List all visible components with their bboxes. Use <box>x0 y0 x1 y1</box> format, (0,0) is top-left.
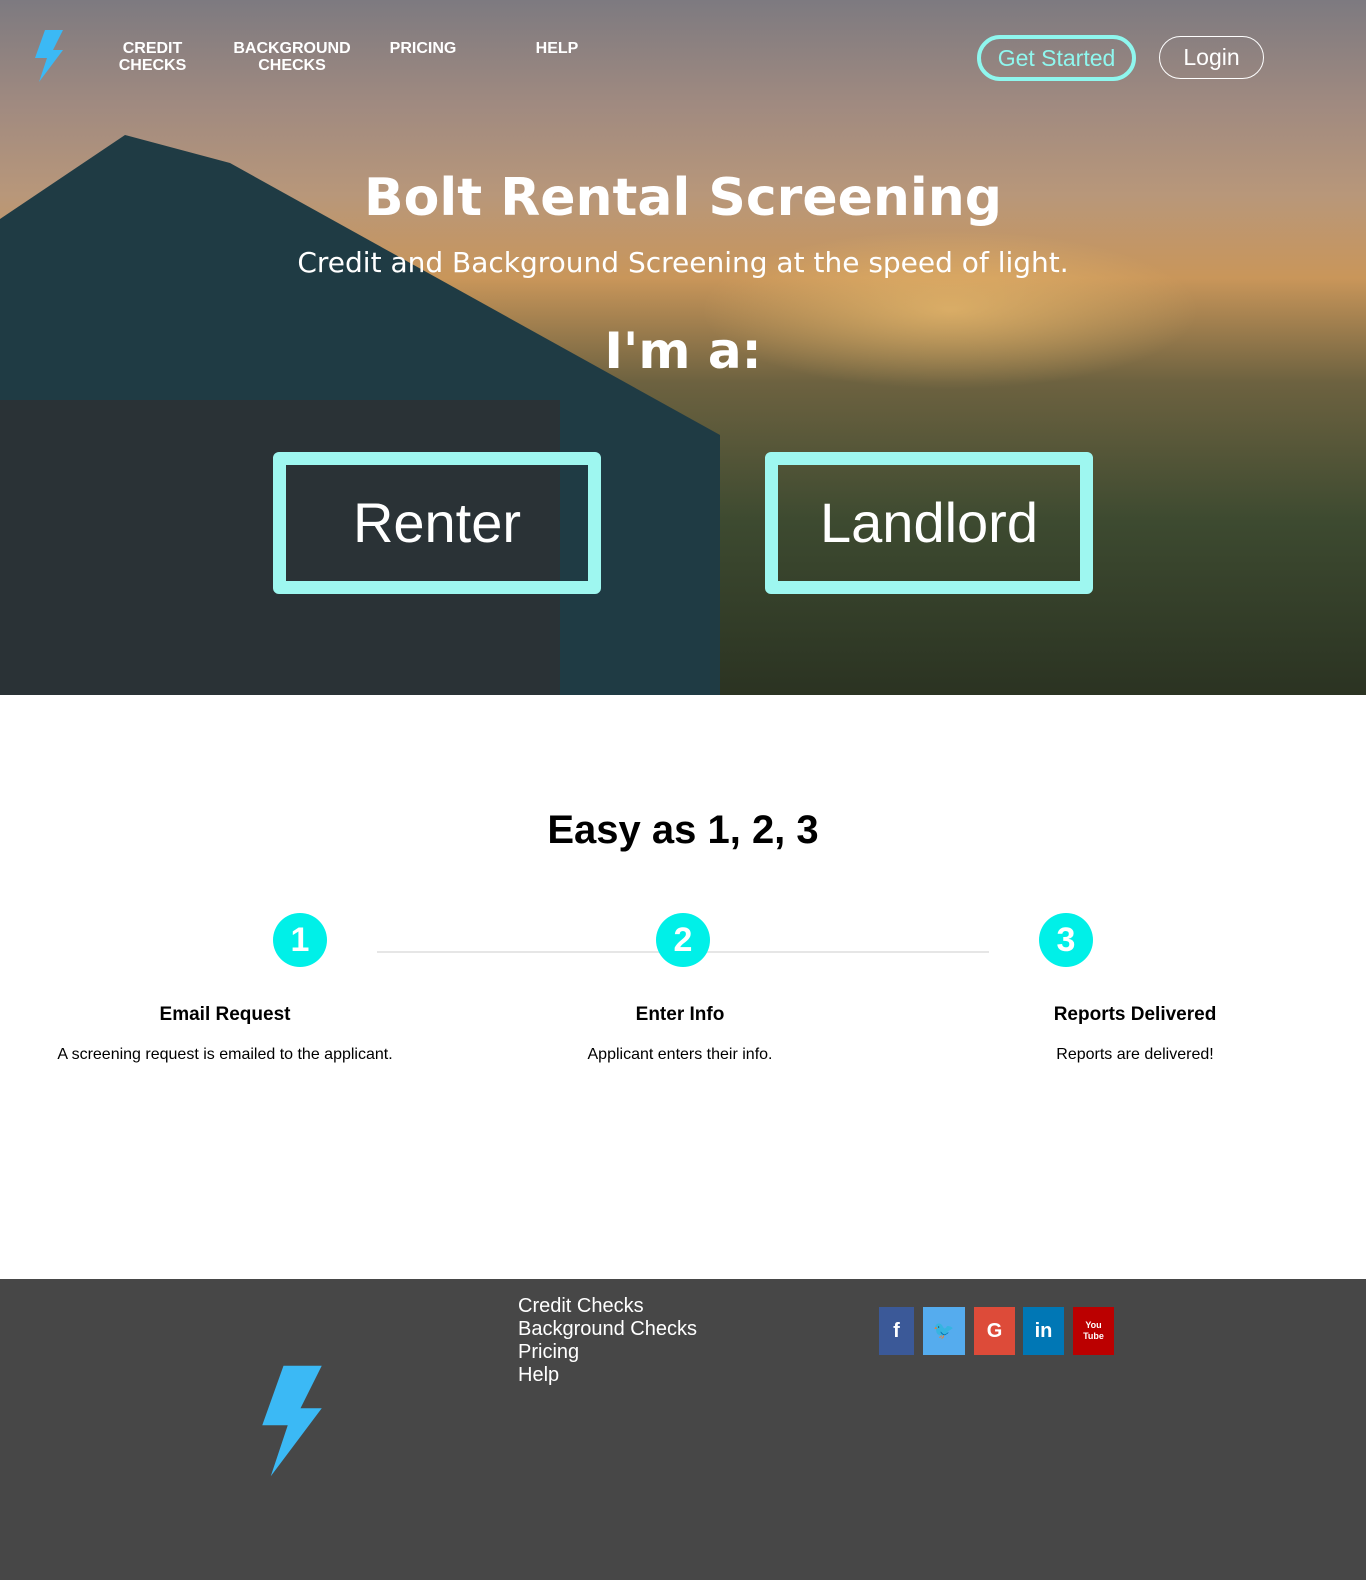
login-button[interactable]: Login <box>1159 36 1264 79</box>
footer: Credit Checks Background Checks Pricing … <box>0 1279 1366 1580</box>
steps-heading: Easy as 1, 2, 3 <box>547 808 819 852</box>
footer-link-credit-checks[interactable]: Credit Checks <box>518 1295 697 1318</box>
renter-button[interactable]: Renter <box>273 452 601 594</box>
step-description: A screening request is emailed to the ap… <box>57 1046 393 1063</box>
step-title: Email Request <box>159 1004 291 1025</box>
linkedin-icon[interactable]: in <box>1023 1307 1064 1355</box>
page-title: Bolt Rental Screening <box>364 168 1002 228</box>
step-1-badge: 1 <box>273 913 327 967</box>
hero-section: CREDIT CHECKS BACKGROUND CHECKS PRICING … <box>0 0 1366 695</box>
footer-link-background-checks[interactable]: Background Checks <box>518 1318 697 1341</box>
footer-link-help[interactable]: Help <box>518 1364 697 1387</box>
step-description: Applicant enters their info. <box>587 1046 773 1063</box>
step-description: Reports are delivered! <box>1056 1046 1214 1063</box>
hero-subtitle: Credit and Background Screening at the s… <box>297 246 1069 279</box>
role-prompt: I'm a: <box>604 322 762 380</box>
nav-help[interactable]: HELP <box>533 40 581 57</box>
footer-bolt-logo-icon <box>262 1365 322 1477</box>
step-2-badge: 2 <box>656 913 710 967</box>
footer-link-pricing[interactable]: Pricing <box>518 1341 697 1364</box>
get-started-button[interactable]: Get Started <box>977 35 1136 81</box>
footer-links: Credit Checks Background Checks Pricing … <box>518 1295 697 1387</box>
nav-pricing[interactable]: PRICING <box>388 40 458 57</box>
youtube-icon[interactable]: You Tube <box>1073 1307 1114 1355</box>
step-title: Enter Info <box>635 1004 725 1025</box>
landlord-button[interactable]: Landlord <box>765 452 1093 594</box>
nav-background-checks[interactable]: BACKGROUND CHECKS <box>232 40 352 74</box>
step-3-badge: 3 <box>1039 913 1093 967</box>
step-title: Reports Delivered <box>1053 1004 1217 1025</box>
google-icon[interactable]: G <box>974 1307 1015 1355</box>
bolt-logo-icon[interactable] <box>33 30 65 82</box>
twitter-icon[interactable]: 🐦 <box>923 1307 965 1355</box>
facebook-icon[interactable]: f <box>879 1307 914 1355</box>
nav-credit-checks[interactable]: CREDIT CHECKS <box>115 40 190 74</box>
